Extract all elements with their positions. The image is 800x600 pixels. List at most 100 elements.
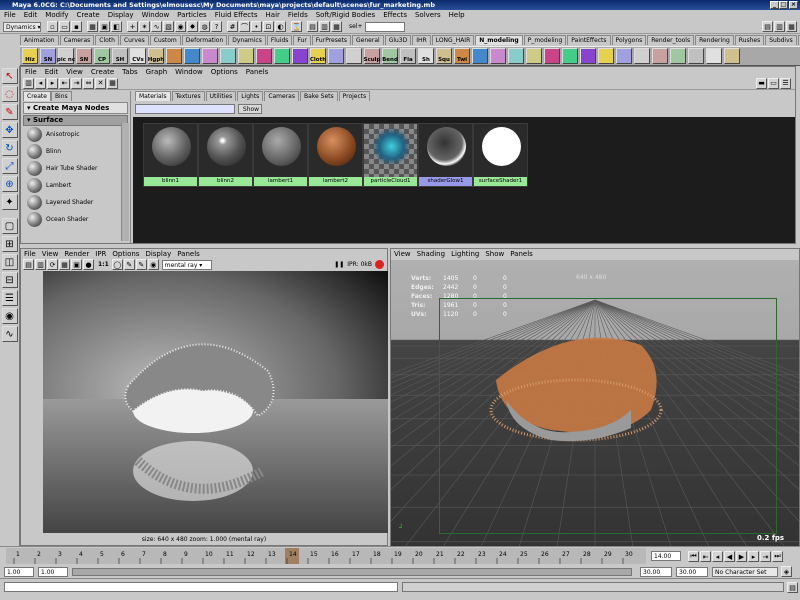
- snap-point-icon[interactable]: •: [251, 21, 262, 32]
- hypershade-menu-panels[interactable]: Panels: [246, 68, 269, 76]
- close-button[interactable]: ×: [789, 1, 798, 9]
- save-scene-icon[interactable]: ▪: [71, 21, 82, 32]
- snap-view-plane-icon[interactable]: ⊡: [263, 21, 274, 32]
- shelf-button-17[interactable]: [328, 48, 344, 64]
- minimize-button[interactable]: _: [770, 1, 779, 9]
- shelf-button-31[interactable]: [580, 48, 596, 64]
- clear-graph-icon[interactable]: ✕: [95, 77, 106, 89]
- paint-select-tool-icon[interactable]: ✎: [1, 104, 18, 120]
- shelf-tab-ihr[interactable]: IHR: [412, 35, 431, 45]
- graph-downstream-icon[interactable]: ⇥: [71, 77, 82, 89]
- shelf-button-12[interactable]: [238, 48, 254, 64]
- render-view-menu-panels[interactable]: Panels: [177, 250, 200, 258]
- surface-node-item[interactable]: Layered Shader: [23, 194, 128, 211]
- shelf-tab-cameras[interactable]: Cameras: [59, 35, 95, 45]
- script-editor-icon[interactable]: ▤: [787, 582, 798, 593]
- menu-item-fluid-effects[interactable]: Fluid Effects: [215, 10, 258, 20]
- graph-layout-icon[interactable]: ∿: [1, 326, 18, 342]
- shelf-button-35[interactable]: [652, 48, 668, 64]
- hypershade-filter-field[interactable]: [135, 104, 235, 114]
- quick-select-field[interactable]: [364, 21, 405, 32]
- shelf-tab-cloth[interactable]: Cloth: [95, 35, 119, 45]
- shelf-button-39[interactable]: [724, 48, 740, 64]
- go-to-end-icon[interactable]: ⏭: [772, 551, 783, 562]
- shelf-button-18[interactable]: [346, 48, 362, 64]
- shelf-button-5[interactable]: SH: [112, 48, 128, 64]
- shelf-tab-general[interactable]: General: [352, 35, 384, 45]
- shelf-button-34[interactable]: [634, 48, 650, 64]
- move-tool-icon[interactable]: ✥: [1, 122, 18, 138]
- step-forward-frame-icon[interactable]: ▸: [748, 551, 759, 562]
- manipulator-tool-icon[interactable]: ⊕: [1, 176, 18, 192]
- shelf-button-13[interactable]: [256, 48, 272, 64]
- shelf-tab-polygons[interactable]: Polygons: [611, 35, 647, 45]
- shelf-tab-p-modeling[interactable]: P_modeling: [523, 35, 567, 45]
- select-surfaces-icon[interactable]: ▧: [163, 21, 174, 32]
- shelf-tab-glu3d[interactable]: Glu3D: [384, 35, 412, 45]
- shelf-button-25[interactable]: [472, 48, 488, 64]
- shelf-button-4[interactable]: CP: [94, 48, 110, 64]
- graph-upstream-icon[interactable]: ⇤: [59, 77, 70, 89]
- render-settings-icon[interactable]: ◉: [147, 259, 159, 270]
- shelf-tab-rushes[interactable]: Rushes: [734, 35, 765, 45]
- shelf-button-38[interactable]: [706, 48, 722, 64]
- mel-command-input[interactable]: [4, 582, 398, 592]
- shelf-tab-deformation[interactable]: Deformation: [181, 35, 228, 45]
- make-live-icon[interactable]: ◐: [275, 21, 286, 32]
- timeline-ticks[interactable]: 1 2 3 4 5 6 7 8 9 10 11 12 13 14 15 16 17 18 19 20 21 22 23 24 2…: [6, 548, 646, 564]
- rearrange-graph-icon[interactable]: ▦: [107, 77, 118, 89]
- render-region-icon[interactable]: ▦: [59, 259, 70, 270]
- character-set-dropdown[interactable]: No Character Set: [712, 567, 778, 577]
- menu-item-create[interactable]: Create: [76, 10, 99, 20]
- forward-icon[interactable]: ▸: [47, 77, 58, 89]
- hypershade-tab-utilities[interactable]: Utilities: [205, 91, 237, 101]
- shelf-button-21[interactable]: Fla: [400, 48, 416, 64]
- render-view-menu-ipr[interactable]: IPR: [95, 250, 106, 258]
- history-icon[interactable]: ⌛: [291, 21, 302, 32]
- select-misc-icon[interactable]: ?: [211, 21, 222, 32]
- render-view-menu-options[interactable]: Options: [112, 250, 139, 258]
- material-swatch[interactable]: blinn1: [143, 123, 198, 187]
- shelf-button-7[interactable]: Hgph: [148, 48, 164, 64]
- create-bar-scrollbar[interactable]: [121, 123, 129, 241]
- perspective-viewport[interactable]: Verts: 1405 0 0 Edges: 2442 0 0 Faces: 1280 0 0 Tris…: [391, 260, 799, 546]
- color-channels-icon[interactable]: ●: [83, 259, 94, 270]
- last-tool-icon[interactable]: ✦: [1, 194, 18, 210]
- hypershade-menu-window[interactable]: Window: [175, 68, 203, 76]
- shelf-button-15[interactable]: [292, 48, 308, 64]
- render-view-menu-view[interactable]: View: [42, 250, 59, 258]
- select-handles-icon[interactable]: +: [127, 21, 138, 32]
- shelf-button-1[interactable]: SN: [40, 48, 56, 64]
- select-object-icon[interactable]: ▣: [99, 21, 110, 32]
- playback-end-field[interactable]: 30.00: [640, 567, 672, 577]
- single-view-layout-icon[interactable]: ▢: [1, 218, 18, 234]
- shelf-button-23[interactable]: Squ: [436, 48, 452, 64]
- hypershade-menu-graph[interactable]: Graph: [146, 68, 167, 76]
- shelf-button-19[interactable]: Sculp: [364, 48, 380, 64]
- shelf-tab-curves[interactable]: Curves: [119, 35, 149, 45]
- graph-both-icon[interactable]: ⇔: [83, 77, 94, 89]
- remove-image-icon[interactable]: ✎: [123, 259, 135, 270]
- render-globals-icon[interactable]: ▦: [331, 21, 342, 32]
- menu-item-particles[interactable]: Particles: [177, 10, 207, 20]
- menu-item-effects[interactable]: Effects: [383, 10, 407, 20]
- keep-image-icon[interactable]: ◯: [111, 259, 123, 270]
- select-rendering-icon[interactable]: ◍: [199, 21, 210, 32]
- top-tabs-only-icon[interactable]: ▬: [756, 77, 767, 89]
- create-bar-tab-create[interactable]: Create: [23, 91, 51, 101]
- auto-key-icon[interactable]: ◈: [781, 566, 792, 577]
- select-joints-icon[interactable]: ✶: [139, 21, 150, 32]
- show-attribute-editor-icon[interactable]: ▤: [762, 21, 773, 32]
- show-button[interactable]: Show: [238, 104, 262, 114]
- create-maya-nodes-header[interactable]: ▾ Create Maya Nodes: [23, 102, 128, 114]
- go-to-start-icon[interactable]: ⏮: [688, 551, 699, 562]
- shelf-button-37[interactable]: [688, 48, 704, 64]
- redo-render-icon[interactable]: ▤: [23, 259, 34, 270]
- material-swatch[interactable]: blinn2: [198, 123, 253, 187]
- shelf-button-11[interactable]: [220, 48, 236, 64]
- range-slider[interactable]: [72, 568, 632, 576]
- shelf-tab-render-tools[interactable]: Render_tools: [647, 35, 695, 45]
- rotate-tool-icon[interactable]: ↻: [1, 140, 18, 156]
- bottom-tabs-only-icon[interactable]: ▭: [768, 77, 779, 89]
- back-icon[interactable]: ◂: [35, 77, 46, 89]
